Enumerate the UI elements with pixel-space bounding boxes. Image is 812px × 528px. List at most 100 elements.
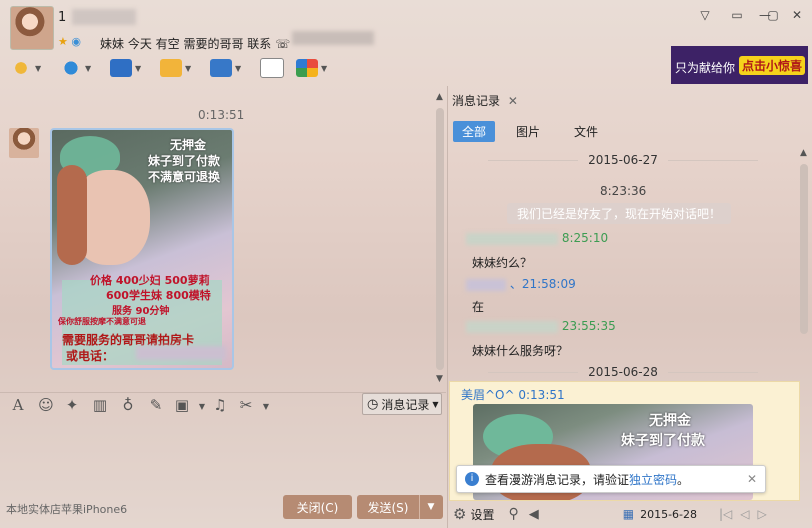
ad-text: 只为献给你 <box>675 61 736 75</box>
date-label: 2015-06-27 <box>588 153 658 167</box>
status-icons: ★ ◉ <box>58 35 81 48</box>
history-time-green: 8:25:10 <box>561 231 609 245</box>
message-input[interactable] <box>0 420 446 490</box>
video-call-button[interactable]: ▼ <box>60 56 91 80</box>
chevron-down-icon: ▼ <box>432 399 439 409</box>
screen-share-button[interactable]: ▼ <box>210 56 241 80</box>
first-page-icon[interactable]: |◁ <box>719 507 732 521</box>
next-page-icon[interactable]: ▷ <box>758 507 767 521</box>
chat-scrollbar[interactable]: ▲ ▼ <box>434 92 446 386</box>
scroll-thumb[interactable] <box>800 164 808 334</box>
image-text-1: 无押金 <box>649 413 691 429</box>
group-chat-button[interactable] <box>260 56 284 80</box>
history-message: 妹妹约么？ <box>472 256 533 270</box>
settings-label[interactable]: 设置 <box>470 506 494 523</box>
password-link[interactable]: 独立密码 <box>629 471 677 488</box>
scissors-icon[interactable]: ✂ <box>236 396 256 414</box>
speaker-icon[interactable]: ◀ <box>529 507 539 522</box>
history-message: 妹妹什么服务呀？ <box>472 344 569 358</box>
font-icon[interactable]: A <box>8 396 28 414</box>
message-history-label: 消息记录 <box>381 397 430 412</box>
sender-avatar[interactable] <box>9 128 39 158</box>
star-icon: ★ <box>58 35 68 48</box>
scroll-thumb[interactable] <box>436 108 444 370</box>
scroll-up-icon[interactable]: ▲ <box>436 92 443 102</box>
contact-signature: 妹妹 今天 有空 需要的哥哥 联系 ☏ <box>100 37 291 51</box>
tab-all[interactable]: 全部 <box>453 121 496 142</box>
history-time-blue: 、21:58:09 <box>509 277 576 291</box>
close-tab-icon[interactable]: ✕ <box>508 94 518 108</box>
image-text-3: 不满意可退换 <box>148 170 221 184</box>
close-window-button[interactable]: ✕ <box>786 8 808 26</box>
date-picker[interactable]: 2015-6-28 <box>640 508 697 521</box>
image-text-2: 妹子到了付款 <box>621 433 705 449</box>
history-time: 8:23:36 <box>600 184 647 198</box>
apps-button[interactable]: ▼ <box>296 56 327 80</box>
image-text-1: 无押金 <box>170 138 207 152</box>
voice-call-button[interactable]: ▼ <box>10 56 41 80</box>
send-options-icon[interactable]: ▼ <box>420 502 442 512</box>
menu-icon[interactable]: ▽ <box>694 8 716 26</box>
send-file-button[interactable]: ▼ <box>160 56 191 80</box>
hair-photo <box>57 165 87 265</box>
emoji-icon[interactable]: ☺ <box>36 396 56 414</box>
scissors-dropdown-icon[interactable]: ▼ <box>256 402 276 411</box>
voice-message-icon[interactable]: ♁ <box>118 396 138 414</box>
image-text-2: 妹子到了付款 <box>148 154 221 168</box>
contact-avatar[interactable] <box>10 6 54 50</box>
history-bottom-bar: ⚙ 设置 ⚲ ◀ ▦ 2015-6-28 |◁ ◁ ▷ <box>447 500 812 528</box>
folder-icon <box>160 59 182 77</box>
music-icon[interactable]: ♫ <box>210 396 230 414</box>
scroll-down-icon[interactable]: ▼ <box>436 374 443 384</box>
info-icon: i <box>465 472 479 486</box>
camera-icon <box>60 59 82 77</box>
message-timestamp: 0:13:51 <box>198 108 245 122</box>
signature-redacted <box>292 31 374 45</box>
close-button[interactable]: 关闭(C) <box>283 495 352 519</box>
date-separator: 2015-06-28 <box>458 365 788 379</box>
close-notice-icon[interactable]: ✕ <box>747 472 757 486</box>
maximize-button[interactable]: ▢ <box>762 8 784 26</box>
magic-icon[interactable]: ✦ <box>62 396 82 414</box>
history-entry-header: 23:55:35 <box>466 319 616 333</box>
image-contact-2: 或电话： <box>66 349 115 363</box>
message-history-button[interactable]: ◷ 消息记录 ▼ <box>362 393 442 415</box>
history-message: 在 <box>472 300 485 314</box>
prev-page-icon[interactable]: ◁ <box>740 507 749 521</box>
image-icon[interactable]: ▣ <box>172 396 192 414</box>
screen-icon <box>110 59 132 77</box>
history-scrollbar[interactable]: ▲ <box>798 148 810 498</box>
skin-icon[interactable]: ▭ <box>726 8 748 26</box>
tab-files[interactable]: 文件 <box>565 121 607 142</box>
ad-button[interactable]: 点击小惊喜 <box>739 56 806 75</box>
calendar-icon[interactable]: ▦ <box>623 507 634 521</box>
scroll-up-icon[interactable]: ▲ <box>800 148 807 158</box>
verification-notice: i 查看漫游消息记录，请验证 独立密码。 ✕ <box>456 465 766 493</box>
filter-tabs: 全部 图片 文件 <box>453 121 607 142</box>
search-icon[interactable]: ⚲ <box>508 506 518 522</box>
sender-redacted <box>466 278 506 291</box>
system-message: 我们已经是好友了，现在开始对话吧！ <box>507 203 732 224</box>
history-tab[interactable]: 消息记录 ✕ <box>452 92 518 109</box>
image-price-2: 600学生妹 800模特 <box>106 289 211 302</box>
history-time-green: 23:55:35 <box>561 319 616 333</box>
notice-text: 查看漫游消息记录，请验证 <box>485 472 630 487</box>
qq-level-icon: ◉ <box>71 35 81 48</box>
send-button[interactable]: 发送(S) ▼ <box>357 495 443 519</box>
vibrate-icon[interactable]: ▥ <box>90 396 110 414</box>
history-entry-header: 8:25:10 <box>466 231 608 245</box>
graffiti-icon[interactable]: ✎ <box>146 396 166 414</box>
date-label: 2015-06-28 <box>588 365 658 379</box>
tab-images[interactable]: 图片 <box>507 121 549 142</box>
highlight-sender: 美眉^O^ 0:13:51 <box>461 388 565 402</box>
footer-ad-text[interactable]: 本地实体店苹果iPhone6 <box>6 501 127 517</box>
remote-assist-button[interactable]: ▼ <box>110 56 141 80</box>
date-separator: 2015-06-27 <box>458 153 788 167</box>
gear-icon[interactable]: ⚙ <box>453 505 466 523</box>
sender-redacted <box>466 232 558 245</box>
image-dropdown-icon[interactable]: ▼ <box>192 402 212 411</box>
add-chat-icon <box>260 58 284 78</box>
image-price-3: 服务 90分钟 <box>112 306 170 317</box>
monitor-icon <box>210 59 232 77</box>
message-image[interactable]: 无押金 妹子到了付款 不满意可退换 价格 400少妇 500萝莉 600学生妹 … <box>50 128 234 370</box>
